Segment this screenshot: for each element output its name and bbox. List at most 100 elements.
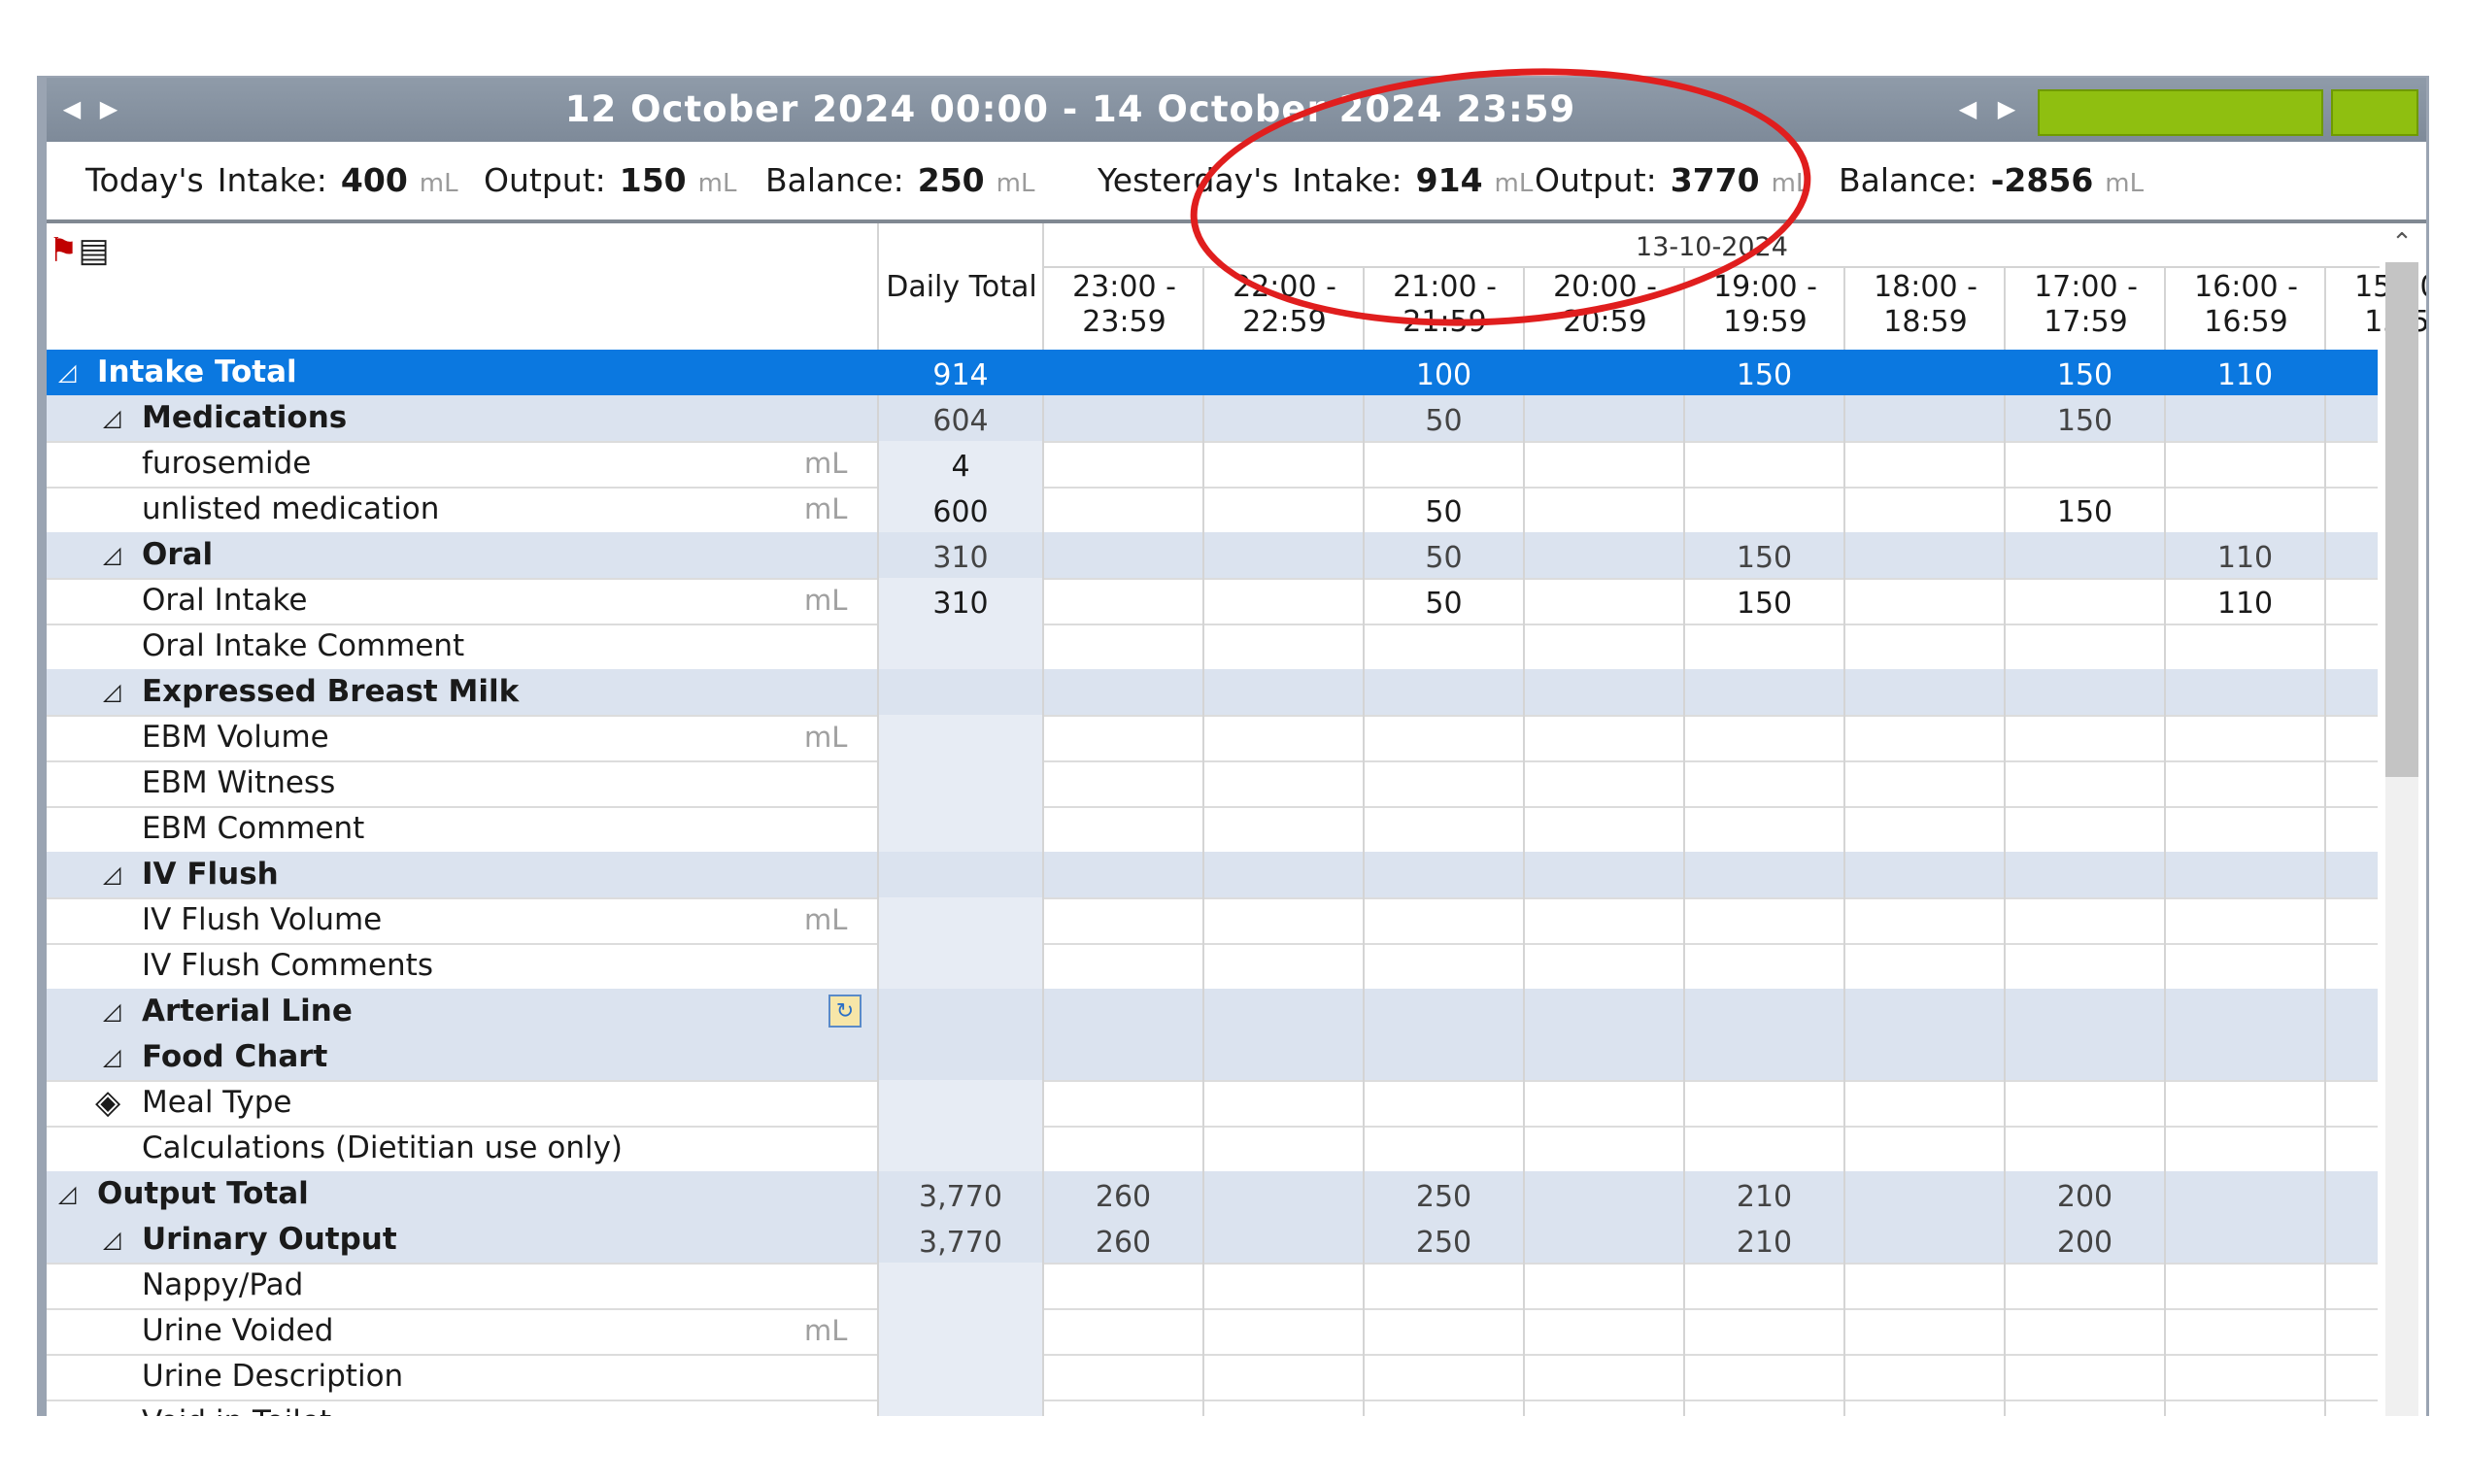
value-cell[interactable]: 50 [1363,532,1523,578]
grid-group-row[interactable]: ◿ Oral 310 50 150 110 [47,532,2378,580]
grid-row[interactable]: ◈ Meal Type [47,1080,2378,1128]
collapse-triangle-icon[interactable]: ◿ [58,350,76,395]
value-cell[interactable] [1042,441,1202,487]
value-cell[interactable]: 100 [1363,350,1523,395]
value-cell[interactable] [1202,989,1363,1034]
value-cell[interactable] [1523,1263,1683,1308]
value-cell[interactable]: 1 [2324,1171,2426,1217]
daily-total-cell[interactable]: 3,770 [877,1217,1042,1263]
value-cell[interactable] [2324,1126,2426,1171]
grid-row[interactable]: EBM Volume mL [47,715,2378,762]
value-cell[interactable] [1843,1126,2004,1171]
collapse-triangle-icon[interactable]: ◿ [103,669,120,715]
time-column-header[interactable]: 21:00 -21:59 [1363,266,1525,350]
value-cell[interactable] [1202,715,1363,760]
daily-total-cell[interactable] [877,669,1042,715]
value-cell[interactable] [1202,487,1363,532]
value-cell[interactable] [1683,395,1843,441]
value-cell[interactable] [1363,943,1523,989]
daily-total-cell[interactable] [877,715,1042,760]
daily-total-header[interactable]: Daily Total [877,223,1044,350]
value-cell[interactable] [2004,669,2164,715]
value-cell[interactable] [2324,760,2426,806]
daily-total-cell[interactable] [877,1034,1042,1080]
grid-row[interactable]: Urine Voided mL [47,1308,2378,1356]
value-cell[interactable] [2324,441,2426,487]
value-cell[interactable] [1523,624,1683,669]
value-cell[interactable] [1683,1354,1843,1400]
value-cell[interactable]: 110 [2164,578,2324,624]
value-cell[interactable] [1042,943,1202,989]
value-cell[interactable]: 1 [2324,1217,2426,1263]
value-cell[interactable]: 150 [2004,350,2164,395]
grid-row[interactable]: EBM Comment [47,806,2378,854]
value-cell[interactable] [1843,1034,2004,1080]
value-cell[interactable] [1523,760,1683,806]
value-cell[interactable] [1843,897,2004,943]
value-cell[interactable] [1683,487,1843,532]
value-cell[interactable] [1523,350,1683,395]
value-cell[interactable] [1202,897,1363,943]
value-cell[interactable]: 110 [2164,350,2324,395]
value-cell[interactable] [2004,806,2164,852]
value-cell[interactable] [1363,852,1523,897]
value-cell[interactable]: 150 [1683,350,1843,395]
value-cell[interactable]: 210 [1683,1171,1843,1217]
value-cell[interactable] [2004,943,2164,989]
grid-row[interactable]: furosemide mL 4 [47,441,2378,489]
value-cell[interactable] [2164,1080,2324,1126]
value-cell[interactable]: 200 [2004,1171,2164,1217]
value-cell[interactable] [1523,395,1683,441]
chevron-up-icon[interactable]: ⌃ [2378,223,2426,262]
value-cell[interactable] [2324,715,2426,760]
value-cell[interactable] [1843,441,2004,487]
daily-total-cell[interactable]: 3,770 [877,1171,1042,1217]
value-cell[interactable] [2324,487,2426,532]
value-cell[interactable] [2324,1308,2426,1354]
value-cell[interactable] [1363,760,1523,806]
value-cell[interactable]: 250 [1363,1171,1523,1217]
daily-total-cell[interactable]: 914 [877,350,1042,395]
value-cell[interactable] [2324,943,2426,989]
value-cell[interactable] [1843,989,2004,1034]
grid-row[interactable]: Calculations (Dietitian use only) [47,1126,2378,1173]
value-cell[interactable]: 150 [2004,487,2164,532]
value-cell[interactable]: 200 [2004,1217,2164,1263]
collapse-triangle-icon[interactable]: ◿ [103,395,120,441]
value-cell[interactable] [1042,1354,1202,1400]
value-cell[interactable] [2004,1126,2164,1171]
value-cell[interactable] [1683,441,1843,487]
collapse-triangle-icon[interactable]: ◿ [58,1171,76,1217]
value-cell[interactable] [1683,897,1843,943]
value-cell[interactable] [2324,532,2426,578]
value-cell[interactable] [1843,1354,2004,1400]
value-cell[interactable] [2164,441,2324,487]
value-cell[interactable] [1843,1080,2004,1126]
value-cell[interactable] [1523,1308,1683,1354]
value-cell[interactable] [2164,760,2324,806]
caret-right-icon[interactable]: ▶ [1989,91,2024,126]
value-cell[interactable] [2164,897,2324,943]
value-cell[interactable] [1042,578,1202,624]
value-cell[interactable] [1523,532,1683,578]
value-cell[interactable] [1363,1080,1523,1126]
value-cell[interactable] [2164,715,2324,760]
value-cell[interactable] [1363,1034,1523,1080]
value-cell[interactable] [1523,1354,1683,1400]
value-cell[interactable] [1843,669,2004,715]
grid-group-row[interactable]: ◿ IV Flush [47,852,2378,899]
value-cell[interactable] [1523,669,1683,715]
value-cell[interactable] [1202,395,1363,441]
value-cell[interactable] [1202,1263,1363,1308]
value-cell[interactable] [1843,578,2004,624]
value-cell[interactable] [1042,1126,1202,1171]
daily-total-cell[interactable] [877,897,1042,943]
grid-group-row[interactable]: ◿Output Total3,7702602502102001 [47,1171,2378,1219]
value-cell[interactable]: 50 [1363,487,1523,532]
grid-row[interactable]: Oral Intake mL 310 50 150 110 [47,578,2378,625]
time-column-header[interactable]: 18:00 -18:59 [1843,266,2006,350]
value-cell[interactable] [1523,487,1683,532]
value-cell[interactable] [1202,350,1363,395]
value-cell[interactable] [1202,1126,1363,1171]
value-cell[interactable] [1363,989,1523,1034]
